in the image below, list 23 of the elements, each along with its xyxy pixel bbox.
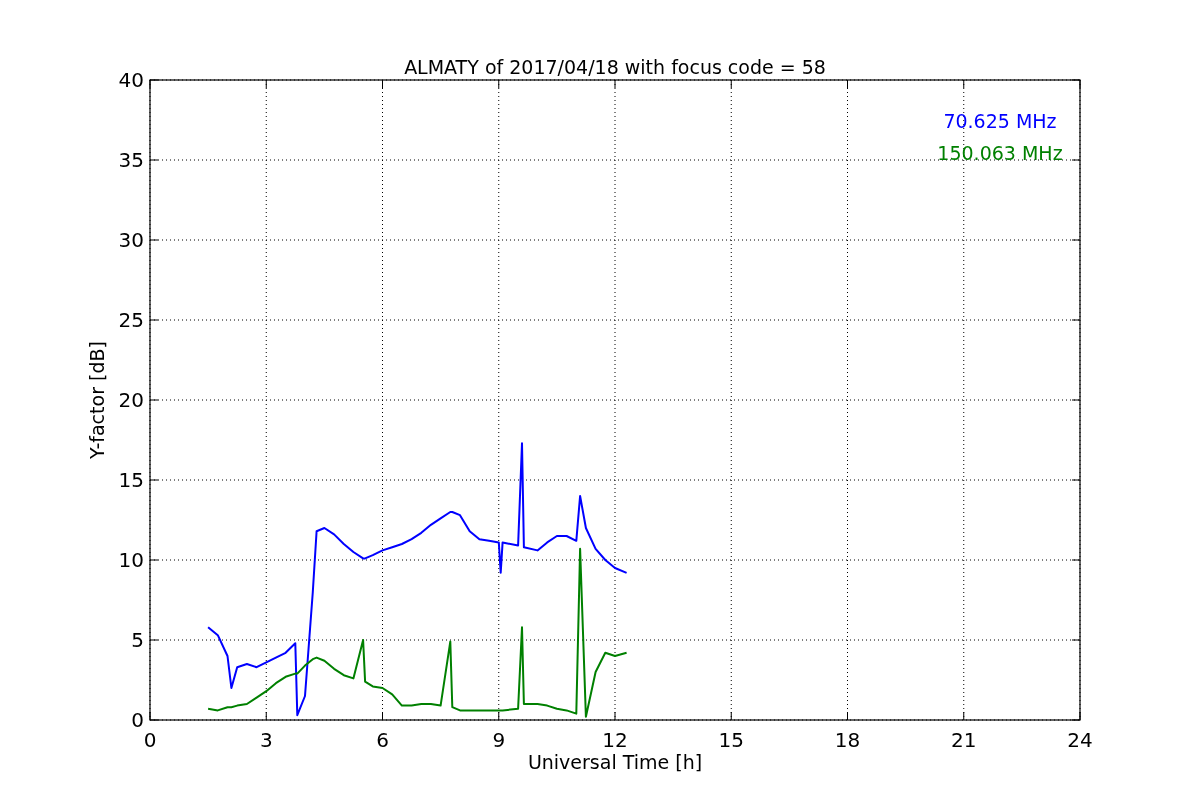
x-tick-label: 24 <box>1067 728 1093 752</box>
y-tick-label: 30 <box>118 228 144 252</box>
y-tick-label: 25 <box>118 308 144 332</box>
y-tick-label: 40 <box>118 68 144 92</box>
x-tick-label: 0 <box>143 728 157 752</box>
y-tick-label: 0 <box>131 708 144 732</box>
legend-label: 150.063 MHz <box>937 142 1063 164</box>
x-tick-label: 3 <box>259 728 273 752</box>
y-tick-label: 10 <box>118 548 144 572</box>
x-tick-label: 15 <box>718 728 744 752</box>
y-tick-label: 15 <box>118 468 144 492</box>
x-tick-label: 18 <box>834 728 861 752</box>
legend-label: 70.625 MHz <box>943 110 1057 132</box>
x-tick-label: 9 <box>492 728 506 752</box>
x-tick-label: 12 <box>602 728 628 752</box>
x-axis-label: Universal Time [h] <box>527 751 703 773</box>
y-tick-label: 20 <box>118 388 144 412</box>
y-axis-label: Y-factor [dB] <box>86 341 108 459</box>
chart-title: ALMATY of 2017/04/18 with focus code = 58 <box>404 56 826 78</box>
x-tick-label: 6 <box>376 728 389 752</box>
y-tick-label: 35 <box>118 148 144 172</box>
y-tick-label: 5 <box>131 628 144 652</box>
x-tick-label: 21 <box>951 728 977 752</box>
